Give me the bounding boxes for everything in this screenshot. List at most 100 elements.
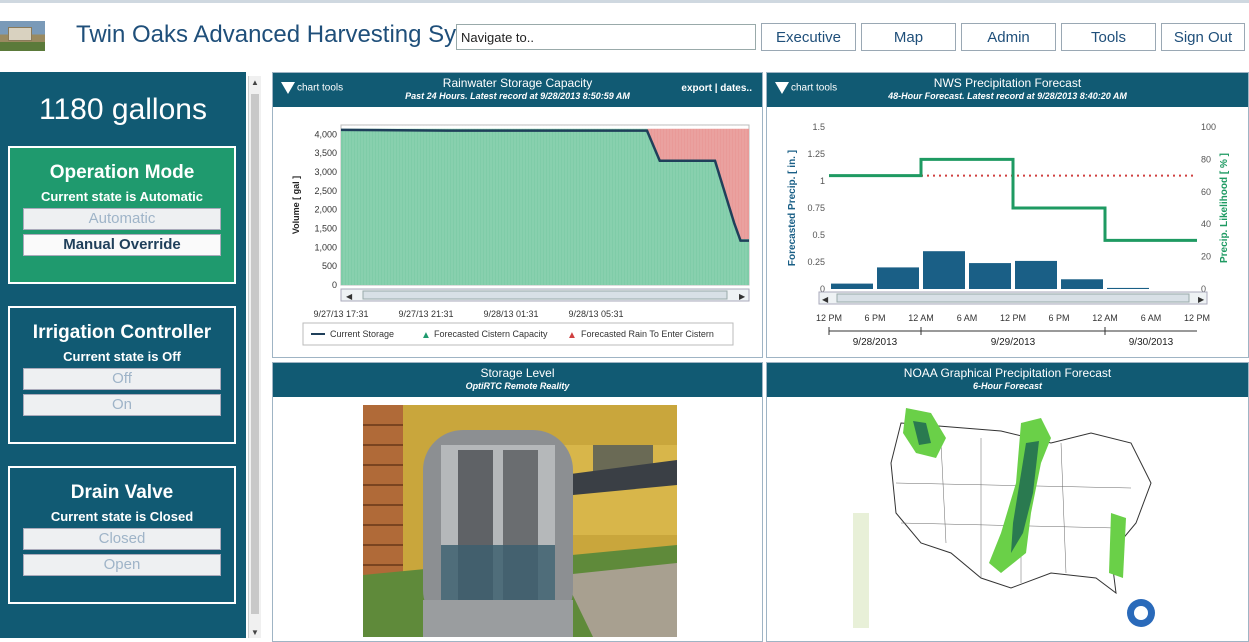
navigate-to-input[interactable] [456, 24, 756, 50]
y-right-tick-label: 60 [1201, 187, 1211, 197]
operation-mode-title: Operation Mode [49, 162, 195, 183]
irrigation-off-button[interactable]: Off [23, 368, 221, 390]
y-tick-label: 3,500 [314, 148, 337, 158]
rainwater-chart: 4,000 3,500 3,000 2,500 2,000 1,500 1,000 500 0 V… [291, 124, 750, 346]
control-sidebar: 1180 gallons Operation Mode Current stat… [0, 72, 246, 638]
chart-scrollbar-thumb [836, 293, 1190, 303]
y-right-tick-label: 20 [1201, 252, 1211, 262]
app-title: Twin Oaks Advanced Harvesting Sy [76, 21, 456, 48]
sign-out-button[interactable]: Sign Out [1161, 23, 1245, 51]
precip-bar [969, 263, 1011, 289]
scroll-right-icon: ▶ [1198, 295, 1205, 304]
x-tick-label: 9/27/13 21:31 [398, 309, 453, 319]
precip-bar [1061, 279, 1103, 289]
storage-title: Storage Level [480, 366, 555, 380]
export-dates-link[interactable]: export | dates.. [681, 83, 752, 94]
y-tick-label: 4,000 [314, 129, 337, 139]
storage-subtitle: OptiRTC Remote Reality [465, 381, 570, 391]
x-tick-label: 12 PM [1000, 313, 1026, 323]
precip-bar [1015, 260, 1057, 289]
scroll-down-icon[interactable]: ▼ [251, 628, 259, 637]
irrigation-on-button[interactable]: On [23, 394, 221, 416]
manual-override-button[interactable]: Manual Override [23, 234, 221, 256]
nws-title: NWS Precipitation Forecast [933, 76, 1082, 90]
y-left-tick-label: 1.25 [807, 149, 825, 159]
y-tick-label: 500 [322, 261, 337, 271]
automatic-button[interactable]: Automatic [23, 208, 221, 230]
date-label: 9/29/2013 [991, 337, 1036, 348]
precip-bar [831, 283, 873, 289]
x-tick-label: 6 AM [957, 313, 978, 323]
x-tick-label: 9/27/13 17:31 [313, 309, 368, 319]
x-tick-label: 12 PM [1184, 313, 1210, 323]
x-tick-label: 6 PM [864, 313, 885, 323]
noaa-precip-map [851, 403, 1181, 635]
drain-valve-title: Drain Valve [70, 482, 174, 503]
drain-open-button[interactable]: Open [23, 554, 221, 576]
x-tick-label: 12 AM [908, 313, 934, 323]
sidebar-scrollbar[interactable]: ▲ ▼ [248, 76, 261, 638]
irrigation-controller-title: Irrigation Controller [32, 322, 212, 343]
y-tick-label: 1,000 [314, 242, 337, 252]
x-tick-label: 9/28/13 05:31 [568, 309, 623, 319]
noaa-title: NOAA Graphical Precipitation Forecast [903, 366, 1112, 380]
y-axis-label: Volume [ gal ] [291, 176, 301, 234]
scroll-up-icon[interactable]: ▲ [251, 78, 259, 87]
nws-subtitle: 48-Hour Forecast. Latest record at 9/28/… [888, 91, 1127, 101]
legend-triangle-red: ▲ [567, 330, 577, 341]
scroll-left-icon: ◀ [346, 292, 353, 301]
executive-button[interactable]: Executive [761, 23, 856, 51]
date-label: 9/28/2013 [853, 337, 898, 348]
cistern-3d-render [363, 405, 677, 637]
y-tick-label: 3,000 [314, 167, 337, 177]
precip-bar [877, 267, 919, 289]
y-left-tick-label: 0.5 [812, 230, 825, 240]
noaa-forecast-panel: NOAA Graphical Precipitation Forecast 6-… [766, 362, 1249, 642]
y-right-tick-label: 40 [1201, 219, 1211, 229]
drain-closed-button[interactable]: Closed [23, 528, 221, 550]
y-left-tick-label: 1 [820, 176, 825, 186]
rainwater-panel-header: chart tools Rainwater Storage Capacity P… [273, 73, 762, 107]
admin-button[interactable]: Admin [961, 23, 1056, 51]
precip-bar [923, 251, 965, 289]
y-left-tick-label: 0.75 [807, 203, 825, 213]
y-right-tick-label: 100 [1201, 122, 1216, 132]
x-tick-label: 6 AM [1141, 313, 1162, 323]
drain-valve-state: Current state is Closed [50, 509, 194, 524]
scroll-left-icon: ◀ [822, 295, 829, 304]
y-tick-label: 1,500 [314, 224, 337, 234]
site-logo [0, 21, 45, 51]
storage-panel-header: Storage Level OptiRTC Remote Reality [273, 363, 762, 397]
y-left-tick-label: 1.5 [812, 122, 825, 132]
x-tick-label: 9/28/13 01:31 [483, 309, 538, 319]
tools-button[interactable]: Tools [1061, 23, 1156, 51]
y-left-axis-label: Forecasted Precip. [ in. ] [787, 150, 798, 266]
y-tick-label: 0 [332, 280, 337, 290]
storage-gallons-readout: 1180 gallons [39, 93, 207, 126]
nws-forecast-panel: chart tools NWS Precipitation Forecast 4… [766, 72, 1249, 358]
rainwater-storage-panel: chart tools Rainwater Storage Capacity P… [272, 72, 763, 358]
irrigation-controller-panel: Irrigation Controller Current state is O… [8, 306, 236, 444]
precip-bar [1107, 287, 1149, 289]
y-tick-label: 2,000 [314, 205, 337, 215]
storage-level-panel: Storage Level OptiRTC Remote Reality [272, 362, 763, 642]
x-tick-label: 12 AM [1092, 313, 1118, 323]
map-button[interactable]: Map [861, 23, 956, 51]
noaa-subtitle: 6-Hour Forecast [972, 381, 1043, 391]
noaa-panel-header: NOAA Graphical Precipitation Forecast 6-… [767, 363, 1248, 397]
legend-triangle-green: ▲ [421, 330, 431, 341]
legend-current-storage: Current Storage [330, 329, 394, 339]
scroll-right-icon: ▶ [739, 292, 746, 301]
y-left-tick-label: 0.25 [807, 257, 825, 267]
nws-panel-header: chart tools NWS Precipitation Forecast 4… [767, 73, 1248, 107]
y-right-axis-label: Precip. Likelihood [ % ] [1219, 153, 1230, 263]
operation-mode-state: Current state is Automatic [40, 189, 204, 204]
chart-scrollbar-thumb [362, 290, 728, 300]
x-tick-label: 6 PM [1048, 313, 1069, 323]
scrollbar-thumb[interactable] [251, 94, 259, 614]
drain-valve-panel: Drain Valve Current state is Closed Clos… [8, 466, 236, 604]
y-right-tick-label: 80 [1201, 154, 1211, 164]
operation-mode-panel: Operation Mode Current state is Automati… [8, 146, 236, 284]
nws-chart: 1.51.2510.750.50.250100806040200Forecast… [787, 122, 1230, 348]
legend-forecasted-rain: Forecasted Rain To Enter Cistern [581, 329, 714, 339]
